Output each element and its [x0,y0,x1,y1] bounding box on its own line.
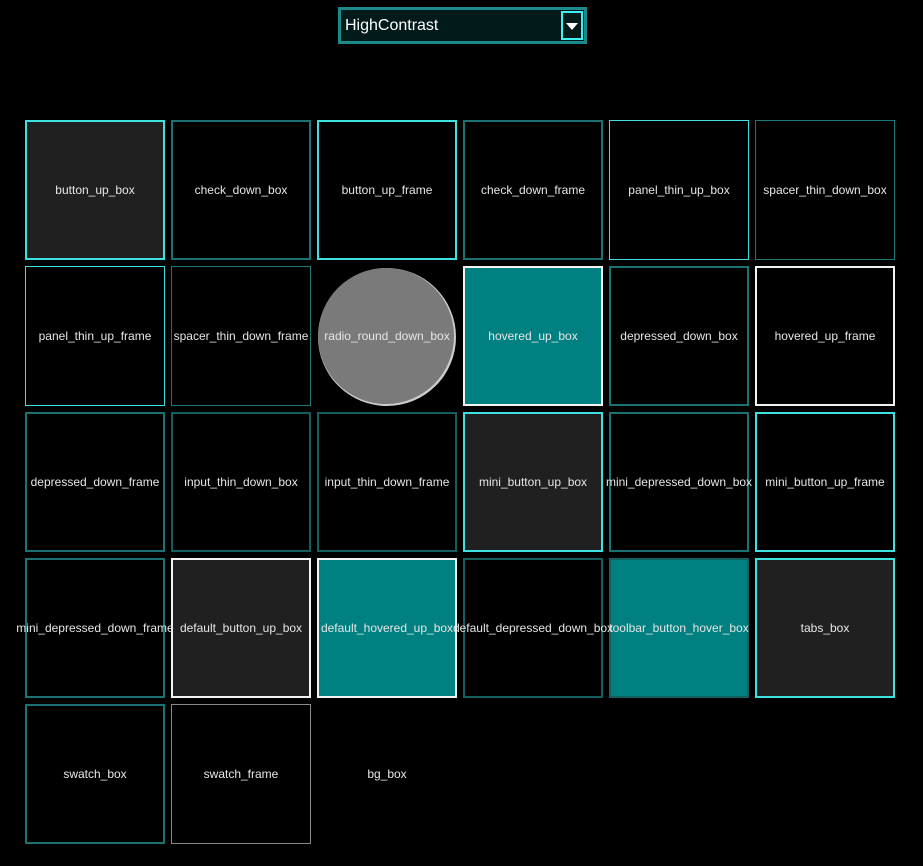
tile-mini-depressed-down-frame[interactable]: mini_depressed_down_frame [16,558,174,698]
tile-label: mini_button_up_frame [765,475,885,489]
theme-select-value: HighContrast [345,17,439,34]
tile-label: button_up_box [55,183,135,197]
tile-check-down-frame[interactable]: check_down_frame [463,120,603,260]
tile-input-thin-down-frame[interactable]: input_thin_down_frame [317,412,457,552]
tile-label: swatch_frame [203,767,279,781]
tile-label: hovered_up_frame [774,329,876,343]
tile-label: input_thin_down_box [184,475,298,489]
tile-button-up-box[interactable]: button_up_box [25,120,165,260]
tile-spacer-thin-down-frame[interactable]: spacer_thin_down_frame [171,266,311,406]
tile-default-depressed-down-box[interactable]: default_depressed_down_box [453,558,613,698]
tile-label: input_thin_down_frame [324,475,450,489]
tile-hovered-up-box[interactable]: hovered_up_box [463,266,603,406]
tile-default-button-up-box[interactable]: default_button_up_box [171,558,311,698]
tile-mini-button-up-box[interactable]: mini_button_up_box [463,412,603,552]
tile-label: panel_thin_up_box [628,183,730,197]
tile-label: swatch_box [63,767,127,781]
tile-label: depressed_down_box [620,329,738,343]
tile-mini-depressed-down-box[interactable]: mini_depressed_down_box [605,412,753,552]
tile-toolbar-button-hover-box[interactable]: toolbar_button_hover_box [609,558,749,698]
tile-radio-round-down-box[interactable]: radio_round_down_box [317,266,457,406]
tile-swatch-frame[interactable]: swatch_frame [171,704,311,844]
tile-label: bg_box [367,767,407,781]
tile-label: panel_thin_up_frame [38,329,152,343]
tile-label: mini_button_up_box [478,475,588,489]
chevron-down-icon [566,22,578,30]
tile-label: check_down_frame [480,183,586,197]
tile-default-hovered-up-box[interactable]: default_hovered_up_box [317,558,457,698]
box-style-grid: button_up_box check_down_box button_up_f… [16,120,897,844]
tile-tabs-box[interactable]: tabs_box [755,558,895,698]
tile-label: default_hovered_up_box [320,621,454,635]
tile-label: spacer_thin_down_box [763,183,887,197]
tile-label: default_button_up_box [179,621,303,635]
tile-label: button_up_frame [341,183,433,197]
tile-label: tabs_box [800,621,850,635]
tile-label: hovered_up_box [488,329,578,343]
tile-label: radio_round_down_box [324,329,450,343]
theme-select[interactable]: HighContrast [338,7,587,44]
tile-label: mini_depressed_down_box [605,475,753,489]
tile-panel-thin-up-frame[interactable]: panel_thin_up_frame [25,266,165,406]
tile-input-thin-down-box[interactable]: input_thin_down_box [171,412,311,552]
theme-select-dropdown-button[interactable] [561,11,583,40]
tile-depressed-down-frame[interactable]: depressed_down_frame [25,412,165,552]
tile-label: toolbar_button_hover_box [609,621,749,635]
tile-check-down-box[interactable]: check_down_box [171,120,311,260]
tile-label: spacer_thin_down_frame [173,329,309,343]
tile-swatch-box[interactable]: swatch_box [25,704,165,844]
tile-label: mini_depressed_down_frame [16,621,174,635]
tile-bg-box[interactable]: bg_box [317,704,457,844]
tile-hovered-up-frame[interactable]: hovered_up_frame [755,266,895,406]
tile-label: default_depressed_down_box [452,621,614,635]
tile-spacer-thin-down-box[interactable]: spacer_thin_down_box [755,120,895,260]
tile-button-up-frame[interactable]: button_up_frame [317,120,457,260]
tile-mini-button-up-frame[interactable]: mini_button_up_frame [755,412,895,552]
tile-label: depressed_down_frame [30,475,160,489]
tile-panel-thin-up-box[interactable]: panel_thin_up_box [609,120,749,260]
tile-label: check_down_box [194,183,288,197]
tile-depressed-down-box[interactable]: depressed_down_box [609,266,749,406]
